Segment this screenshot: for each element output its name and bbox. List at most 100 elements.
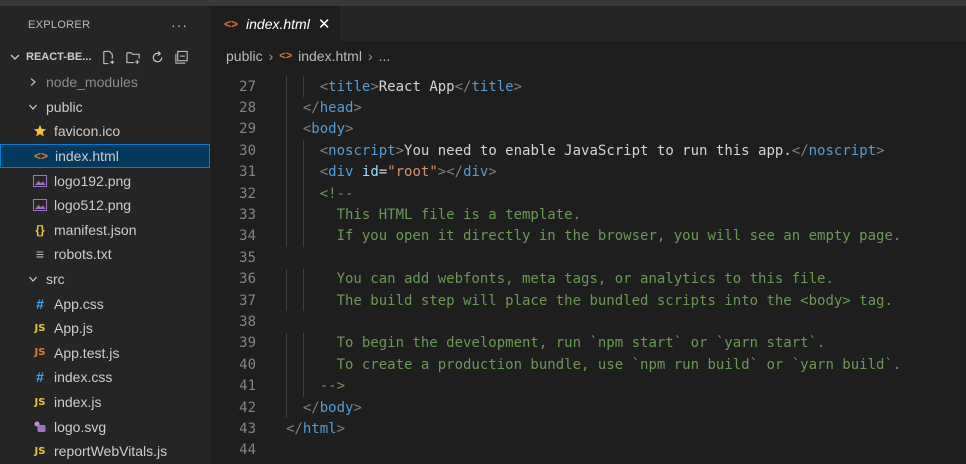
- tree-item-label: App.css: [54, 295, 104, 312]
- code-text: To begin the development, run `npm start…: [320, 335, 826, 351]
- code-token: noscript: [328, 142, 396, 159]
- code-token: body: [311, 121, 346, 138]
- js-icon: JS: [34, 445, 46, 457]
- tree-item-label: index.css: [54, 369, 113, 386]
- code-token: >: [488, 164, 497, 181]
- js-icon: JS: [34, 396, 46, 408]
- code-line: 35: [210, 247, 966, 268]
- code-token: <: [319, 164, 329, 181]
- html-icon: <>: [224, 16, 239, 31]
- file-manifest-json[interactable]: {} manifest.json: [0, 218, 210, 243]
- code-token: </: [302, 399, 320, 416]
- code-token: >: [876, 142, 885, 159]
- tab-index-html[interactable]: <> index.html ✕: [210, 6, 340, 41]
- code-line: 30 <noscript>You need to enable JavaScrip…: [210, 140, 966, 161]
- folder-node-modules[interactable]: node_modules: [0, 70, 210, 95]
- file-favicon-ico[interactable]: favicon.ico: [0, 119, 210, 144]
- code-token: >: [336, 421, 346, 438]
- folder-public[interactable]: public: [0, 95, 210, 120]
- tree-item-label: node_modules: [46, 74, 138, 91]
- code-token: div: [328, 164, 354, 181]
- refresh-icon[interactable]: [150, 50, 165, 65]
- code-token: >: [370, 78, 379, 95]
- line-number: 37: [239, 292, 256, 309]
- indent-guide: [286, 161, 287, 183]
- project-name: REACT-BE...: [26, 51, 92, 63]
- image-icon: [32, 174, 48, 187]
- breadcrumb-symbol[interactable]: ...: [379, 48, 391, 64]
- code-text: -->: [320, 378, 345, 394]
- indent-guide: [286, 290, 287, 312]
- new-folder-icon[interactable]: [125, 50, 141, 65]
- indent-guide: [286, 183, 287, 205]
- file-logo512-png[interactable]: logo512.png: [0, 193, 210, 218]
- indent-guide: [302, 375, 304, 397]
- file-index-js[interactable]: JS index.js: [0, 390, 210, 415]
- code-text: To create a production bundle, use `npm …: [320, 357, 902, 373]
- indent-guide: [286, 118, 287, 141]
- svg-icon: [32, 420, 48, 434]
- js-test-icon: JS: [34, 347, 46, 359]
- code-token: title: [328, 78, 371, 95]
- indent-guide: [302, 161, 304, 183]
- indent-guide: [302, 354, 304, 376]
- folder-src[interactable]: src: [0, 267, 210, 292]
- project-header[interactable]: REACT-BE...: [0, 44, 210, 70]
- code-token: <!--: [319, 185, 354, 202]
- breadcrumb-file[interactable]: index.html: [298, 48, 362, 64]
- code-token: </: [302, 100, 320, 117]
- file-reportwebvitals-js[interactable]: JS reportWebVitals.js: [0, 439, 210, 464]
- code-line: 38: [210, 311, 966, 332]
- line-number: 27: [239, 78, 256, 95]
- collapse-all-icon[interactable]: [174, 50, 189, 65]
- indent-guide: [286, 225, 287, 248]
- code-token: The build step will place the bundled sc…: [319, 292, 893, 309]
- file-index-html[interactable]: <> index.html: [0, 143, 210, 169]
- code-text: <noscript > You need to enable JavaScript …: [320, 143, 885, 159]
- close-icon[interactable]: ✕: [318, 15, 331, 33]
- json-icon: {}: [35, 222, 45, 237]
- line-number: 43: [239, 421, 256, 438]
- code-token: div: [463, 164, 489, 181]
- code-line: 37 The build step will place the bundled…: [210, 290, 966, 311]
- more-actions-button[interactable]: ···: [171, 17, 188, 33]
- js-icon: JS: [34, 322, 46, 334]
- file-robots-txt[interactable]: ≡ robots.txt: [0, 242, 210, 267]
- text-file-icon: ≡: [35, 246, 45, 263]
- line-number: 42: [239, 399, 256, 416]
- code-line: 44: [210, 440, 966, 461]
- chevron-down-icon: [26, 274, 40, 284]
- code-editor[interactable]: 27 <title>React App</title> 28 </head> 29 <bo…: [210, 71, 966, 464]
- explorer-sidebar: EXPLORER ··· REACT-BE... node_modules pub…: [0, 6, 210, 464]
- code-line: 41 -->: [210, 376, 966, 397]
- line-number: 44: [239, 442, 256, 459]
- code-text: <div id="root"></div>: [320, 164, 497, 180]
- file-logo-svg[interactable]: logo.svg: [0, 414, 210, 439]
- indent-guide: [302, 183, 304, 205]
- breadcrumb-folder[interactable]: public: [226, 48, 263, 64]
- file-tree: node_modulespublic favicon.ico <> index.htm…: [0, 70, 210, 464]
- code-token: React App: [378, 78, 455, 95]
- editor-tab-bar: <> index.html ✕: [210, 6, 966, 41]
- indent-guide: [286, 97, 287, 119]
- tree-item-label: manifest.json: [54, 221, 137, 238]
- file-app-test-js[interactable]: JS App.test.js: [0, 341, 210, 366]
- code-token: -->: [319, 378, 346, 395]
- new-file-icon[interactable]: [101, 50, 116, 65]
- code-token: <: [319, 142, 329, 159]
- code-token: You need to enable JavaScript to run thi…: [404, 142, 792, 159]
- file-index-css[interactable]: # index.css: [0, 365, 210, 390]
- file-app-css[interactable]: # App.css: [0, 291, 210, 316]
- tree-item-label: index.js: [54, 394, 102, 411]
- indent-guide: [286, 375, 287, 397]
- indent-guide: [286, 76, 287, 98]
- code-line: 43 </html>: [210, 418, 966, 439]
- breadcrumb: public › <> index.html › ...: [210, 41, 966, 71]
- indent-guide: [302, 76, 304, 98]
- file-app-js[interactable]: JS App.js: [0, 316, 210, 341]
- tree-item-label: App.js: [54, 320, 93, 337]
- file-logo192-png[interactable]: logo192.png: [0, 168, 210, 193]
- image-icon: [32, 199, 48, 212]
- code-token: "root": [387, 164, 438, 181]
